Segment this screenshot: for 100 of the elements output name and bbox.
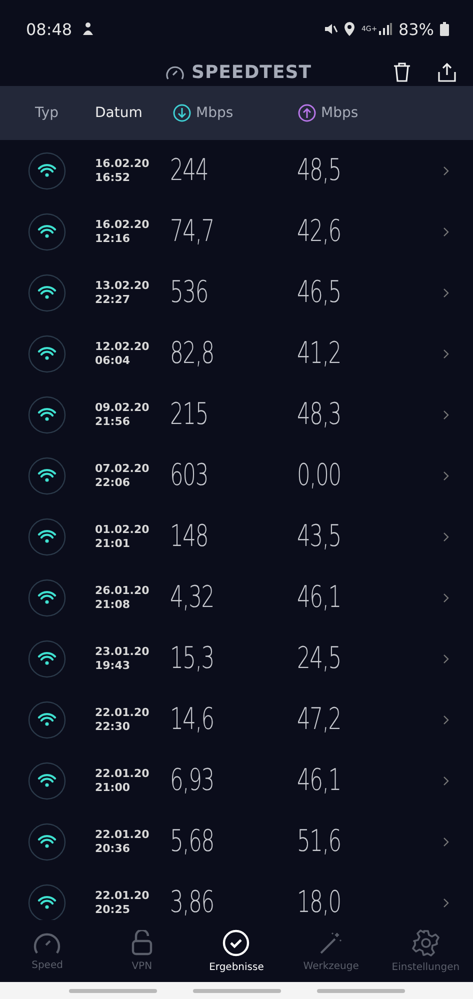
upload-speed: 48,3 [297,397,341,432]
column-header[interactable]: Typ [35,105,59,121]
download-speed: 74,7 [170,214,214,249]
test-time: 20:25 [95,902,132,916]
test-time: 22:06 [95,476,132,490]
test-date: 22.01.20 [95,828,150,842]
check-circle-icon [222,929,250,957]
download-speed: 215 [170,397,208,432]
download-speed: 82,8 [170,336,214,371]
test-time: 21:01 [95,536,132,550]
download-speed: 3,86 [170,885,214,920]
column-header[interactable]: Mbps [196,105,234,121]
upload-speed: 46,1 [297,763,341,798]
test-time: 06:04 [95,354,132,368]
chevron-icon[interactable] [443,166,449,176]
mute-icon [324,22,338,36]
battery-icon [440,22,449,36]
wifi-icon [28,152,66,190]
upload-speed: 0,00 [297,458,341,493]
signal-icon [379,23,392,35]
download-speed: 4,32 [170,580,214,615]
chevron-icon[interactable] [443,714,449,724]
wifi-icon [28,884,66,920]
wifi-icon [28,822,66,860]
test-time: 19:43 [95,658,132,672]
magic-wand-icon [318,930,344,956]
download-speed: 148 [170,519,208,554]
chevron-icon[interactable] [443,288,449,298]
chevron-icon[interactable] [443,898,449,908]
nav-tab[interactable]: Ergebnisse [189,920,284,982]
upload-speed: 41,2 [297,336,341,371]
chevron-icon[interactable] [443,348,449,358]
download-icon [173,104,191,122]
chevron-icon[interactable] [443,776,449,786]
wifi-icon [28,212,66,250]
wifi-icon [28,334,66,372]
download-speed: 536 [170,275,208,310]
unlocked-icon [130,930,153,956]
test-date: 22.01.20 [95,706,150,720]
upload-icon [298,104,316,122]
chevron-icon[interactable] [443,532,449,542]
upload-speed: 51,6 [297,824,341,859]
upload-speed: 43,5 [297,519,341,554]
test-time: 22:27 [95,292,132,306]
chevron-icon[interactable] [443,836,449,846]
test-date: 13.02.20 [95,278,150,292]
test-time: 21:08 [95,598,132,612]
upload-speed: 24,5 [297,641,341,676]
location-icon [344,22,356,36]
wifi-icon [28,578,66,616]
wifi-icon [28,518,66,556]
settings-icon [412,929,440,957]
upload-speed: 48,5 [297,153,341,188]
download-speed: 5,68 [170,824,214,859]
wifi-icon [28,700,66,738]
trash-icon[interactable] [393,62,411,82]
chevron-icon[interactable] [443,226,449,236]
test-date: 09.02.20 [95,400,150,414]
test-time: 22:30 [95,720,132,734]
test-date: 01.02.20 [95,522,150,536]
wifi-icon [28,640,66,678]
test-time: 16:52 [95,170,132,184]
chevron-icon[interactable] [443,592,449,602]
chevron-icon[interactable] [443,410,449,420]
upload-speed: 46,1 [297,580,341,615]
test-time: 21:00 [95,780,132,794]
clock: 08:48 [26,20,72,38]
upload-speed: 46,5 [297,275,341,310]
upload-speed: 47,2 [297,702,341,737]
chevron-icon[interactable] [443,470,449,480]
test-date: 22.01.20 [95,766,150,780]
download-speed: 14,6 [170,702,214,737]
wifi-icon [28,456,66,494]
download-speed: 603 [170,458,208,493]
chevron-icon[interactable] [443,654,449,664]
gauge-icon [165,64,186,80]
upload-speed: 18,0 [297,885,341,920]
test-date: 23.01.20 [95,644,150,658]
upload-speed: 42,6 [297,214,341,249]
test-time: 12:16 [95,232,132,246]
download-speed: 6,93 [170,763,214,798]
download-speed: 244 [170,153,208,188]
test-date: 26.01.20 [95,584,150,598]
wifi-icon [28,274,66,312]
battery-level: 83% [398,20,434,38]
test-time: 20:36 [95,842,132,856]
test-date: 16.02.20 [95,156,150,170]
download-speed: 15,3 [170,641,214,676]
test-date: 12.02.20 [95,340,150,354]
wifi-icon [28,396,66,434]
share-icon[interactable] [437,62,457,82]
wifi-icon [28,762,66,800]
test-date: 07.02.20 [95,462,150,476]
app-title: SPEEDTEST [191,62,312,82]
column-header[interactable]: Mbps [321,105,358,121]
test-date: 22.01.20 [95,888,150,902]
test-date: 16.02.20 [95,218,150,232]
column-header[interactable]: Datum [95,105,142,121]
gauge-icon [33,931,62,955]
test-time: 21:56 [95,414,132,428]
